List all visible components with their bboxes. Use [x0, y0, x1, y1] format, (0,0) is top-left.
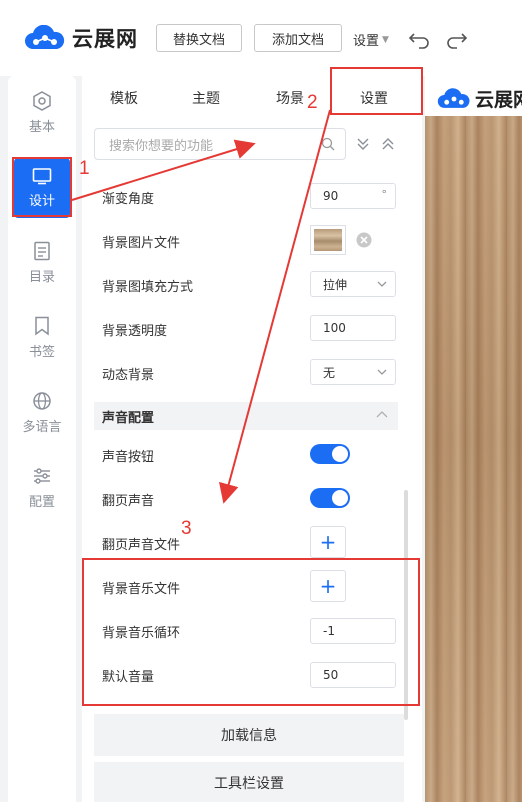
rail-item-bookmark[interactable]: 书签 — [8, 308, 76, 368]
gradient-angle-label: 渐变角度 — [102, 192, 155, 207]
globe-icon — [33, 392, 51, 410]
chevron-down-icon — [377, 369, 387, 375]
tab-theme[interactable]: 主题 — [192, 88, 220, 108]
page-sound-label: 翻页声音 — [102, 494, 155, 509]
sound-button-label: 声音按钮 — [102, 450, 155, 465]
annotation-number-2: 2 — [307, 92, 318, 113]
bg-fill-mode-label: 背景图填充方式 — [102, 280, 194, 295]
tab-scene[interactable]: 场景 — [276, 88, 304, 108]
annotation-number-3: 3 — [181, 518, 192, 539]
cloud-logo-icon — [25, 25, 65, 49]
cloud-logo-icon — [437, 87, 470, 108]
logo: 云展网 — [24, 23, 138, 53]
add-doc-button[interactable]: 添加文档 — [254, 24, 342, 52]
bg-opacity-input[interactable]: 100 — [310, 315, 396, 341]
chevron-up-icon — [376, 411, 388, 418]
dynamic-bg-value: 无 — [323, 365, 336, 380]
dynamic-bg-label: 动态背景 — [102, 368, 155, 383]
rail-item-basic[interactable]: 基本 — [8, 83, 76, 143]
bg-image-thumbnail[interactable] — [310, 225, 346, 255]
top-header: 云展网 替换文档 添加文档 设置 ▼ — [0, 0, 522, 76]
hexagon-icon — [33, 91, 51, 111]
rail-item-label: 基本 — [28, 120, 55, 135]
redo-icon[interactable] — [444, 26, 468, 50]
search-icon — [321, 137, 335, 151]
page-sound-file-label: 翻页声音文件 — [102, 538, 181, 553]
expand-all-icon[interactable] — [356, 136, 370, 152]
rail-item-label: 多语言 — [22, 420, 62, 435]
caret-down-icon: ▼ — [382, 34, 389, 45]
undo-icon[interactable] — [408, 26, 432, 50]
rail-item-toc[interactable]: 目录 — [8, 233, 76, 293]
tab-template[interactable]: 模板 — [110, 88, 138, 108]
replace-doc-button[interactable]: 替换文档 — [156, 24, 242, 52]
annotation-number-1: 1 — [79, 158, 90, 179]
loading-info-button[interactable]: 加载信息 — [94, 714, 404, 756]
bg-opacity-label: 背景透明度 — [102, 324, 168, 339]
preview-header: 云展网 — [425, 76, 522, 116]
document-icon — [34, 241, 50, 261]
bg-image-label: 背景图片文件 — [102, 236, 181, 251]
collapse-all-icon[interactable] — [381, 136, 395, 152]
settings-menu-label: 设置 — [353, 34, 380, 49]
search-input[interactable]: 搜索你想要的功能 — [94, 128, 346, 160]
chevron-down-icon — [377, 281, 387, 287]
bg-fill-mode-select[interactable]: 拉伸 — [310, 271, 396, 297]
add-page-sound-button[interactable]: + — [310, 526, 346, 558]
rail-item-language[interactable]: 多语言 — [8, 383, 76, 443]
rail-item-label: 配置 — [28, 495, 55, 510]
settings-dropdown[interactable]: 设置 ▼ — [353, 30, 389, 49]
bg-opacity-value: 100 — [323, 321, 346, 335]
rail-item-label: 书签 — [28, 345, 55, 360]
search-placeholder: 搜索你想要的功能 — [109, 138, 214, 154]
rail-item-label: 目录 — [28, 270, 55, 285]
page-sound-toggle[interactable] — [310, 488, 350, 508]
clear-icon[interactable] — [356, 232, 372, 248]
plus-icon: + — [319, 530, 337, 554]
book-preview: 云展网 — [425, 76, 522, 802]
dynamic-bg-select[interactable]: 无 — [310, 359, 396, 385]
sound-button-toggle[interactable] — [310, 444, 350, 464]
preview-logo: 云展网 — [437, 85, 522, 112]
toolbar-settings-button[interactable]: 工具栏设置 — [94, 762, 404, 802]
logo-text: 云展网 — [72, 27, 138, 51]
rail-item-config[interactable]: 配置 — [8, 458, 76, 518]
sound-section-title: 声音配置 — [102, 410, 155, 426]
bg-fill-mode-value: 拉伸 — [323, 277, 348, 292]
gradient-angle-value: 90 — [323, 189, 339, 203]
gradient-angle-input[interactable]: 90 ° — [310, 183, 396, 209]
annotation-box-music — [82, 558, 420, 706]
annotation-box-settings-tab — [330, 67, 423, 115]
preview-logo-text: 云展网 — [475, 89, 522, 111]
bookmark-icon — [35, 316, 49, 336]
annotation-box-design — [12, 157, 72, 217]
sliders-icon — [34, 468, 50, 484]
degree-unit: ° — [381, 188, 388, 201]
sound-section-header[interactable]: 声音配置 — [94, 402, 398, 430]
